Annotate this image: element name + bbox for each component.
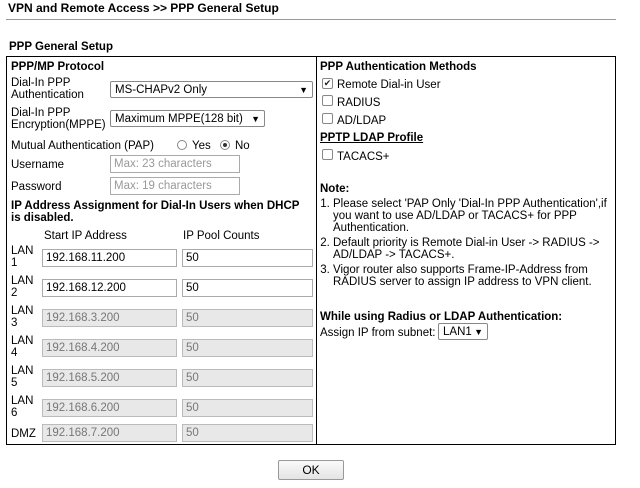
ip-assignment-heading-line2: is disabled.	[11, 212, 74, 224]
lan2-label: LAN 2	[11, 275, 33, 299]
lan4-pool-count-input	[182, 339, 313, 357]
lan1-label: LAN 1	[11, 245, 33, 269]
password-input[interactable]	[110, 177, 240, 195]
mutual-auth-yes-label: Yes	[192, 140, 211, 152]
note-item: Default priority is Remote Dial-in User …	[333, 237, 612, 261]
dmz-start-ip-input	[42, 424, 177, 442]
dmz-pool-count-input	[182, 424, 313, 442]
pptp-ldap-profile-link[interactable]: PPTP LDAP Profile	[320, 132, 423, 144]
tacacs-checkbox[interactable]	[322, 149, 333, 160]
lan2-label-line1: LAN	[11, 275, 34, 287]
ad-ldap-checkbox[interactable]	[322, 113, 333, 124]
dialin-enc-label-line1: Dial-In PPP	[11, 107, 71, 119]
ip-pool-column-header: IP Pool Counts	[183, 230, 260, 242]
dialin-auth-select[interactable]: MS-CHAPv2 Only ▼	[110, 81, 313, 98]
lan3-label-line2: 3	[11, 317, 18, 329]
dialin-auth-label-line1: Dial-In PPP	[11, 77, 71, 89]
mutual-auth-no-label: No	[235, 140, 250, 152]
dialin-enc-label-line2: Encryption(MPPE)	[11, 119, 106, 131]
lan1-label-line1: LAN	[11, 245, 34, 257]
dmz-label: DMZ	[11, 428, 36, 440]
lan1-label-line2: 1	[11, 257, 18, 269]
remote-dialin-label: Remote Dial-in User	[337, 79, 441, 91]
dropdown-arrow-icon: ▼	[299, 85, 308, 95]
lan1-pool-count-input[interactable]	[182, 249, 313, 267]
dialin-enc-select[interactable]: Maximum MPPE(128 bit) ▼	[110, 110, 265, 127]
dialin-enc-label: Dial-In PPP Encryption(MPPE)	[11, 107, 106, 131]
username-input[interactable]	[110, 155, 240, 173]
notes-list: Please select 'PAP Only 'Dial-In PPP Aut…	[320, 198, 612, 291]
username-label: Username	[11, 159, 65, 171]
lan3-pool-count-input	[182, 309, 313, 327]
mutual-auth-label: Mutual Authentication (PAP)	[11, 140, 154, 152]
lan6-start-ip-input	[42, 399, 177, 417]
note-item: Vigor router also supports Frame-IP-Addr…	[333, 264, 612, 288]
assign-ip-label: Assign IP from subnet:	[320, 327, 436, 339]
ip-assignment-heading: IP Address Assignment for Dial-In Users …	[11, 200, 299, 224]
column-divider	[316, 56, 317, 445]
radius-checkbox[interactable]	[322, 95, 333, 106]
note-heading: Note:	[320, 183, 350, 195]
dropdown-arrow-icon: ▼	[251, 114, 260, 124]
lan4-start-ip-input	[42, 339, 177, 357]
lan3-label: LAN 3	[11, 305, 33, 329]
page-title: VPN and Remote Access >> PPP General Set…	[8, 1, 279, 15]
dialin-auth-label-line2: Authentication	[11, 89, 84, 101]
password-label: Password	[11, 181, 62, 193]
lan5-label-line2: 5	[11, 377, 18, 389]
lan4-label-line2: 4	[11, 347, 18, 359]
dialin-auth-value: MS-CHAPv2 Only	[115, 84, 208, 96]
note-item: Please select 'PAP Only 'Dial-In PPP Aut…	[333, 198, 612, 234]
lan4-label: LAN 4	[11, 335, 33, 359]
ok-button[interactable]: OK	[278, 460, 344, 480]
section-title: PPP General Setup	[9, 41, 113, 53]
checkmark-icon: ✔	[323, 78, 332, 88]
auth-methods-heading: PPP Authentication Methods	[320, 61, 477, 73]
lan6-pool-count-input	[182, 399, 313, 417]
radius-label: RADIUS	[337, 97, 381, 109]
dialin-enc-value: Maximum MPPE(128 bit)	[115, 113, 243, 125]
radius-ldap-heading: While using Radius or LDAP Authenticatio…	[320, 311, 563, 323]
mutual-auth-no-radio[interactable]	[220, 140, 230, 150]
remote-dialin-checkbox[interactable]: ✔	[322, 78, 333, 89]
lan5-label-line1: LAN	[11, 365, 34, 377]
lan2-label-line2: 2	[11, 287, 18, 299]
assign-subnet-select[interactable]: LAN1 ▼	[438, 323, 488, 340]
lan1-start-ip-input[interactable]	[42, 249, 177, 267]
ppp-mp-protocol-heading: PPP/MP Protocol	[11, 61, 105, 73]
lan3-label-line1: LAN	[11, 305, 34, 317]
lan4-label-line1: LAN	[11, 335, 34, 347]
lan6-label-line1: LAN	[11, 395, 34, 407]
ad-ldap-label: AD/LDAP	[337, 115, 387, 127]
dropdown-arrow-icon: ▼	[474, 327, 483, 337]
lan5-pool-count-input	[182, 369, 313, 387]
lan2-start-ip-input[interactable]	[42, 279, 177, 297]
lan5-label: LAN 5	[11, 365, 33, 389]
title-divider	[6, 19, 616, 20]
mutual-auth-yes-radio[interactable]	[177, 140, 187, 150]
lan5-start-ip-input	[42, 369, 177, 387]
lan2-pool-count-input[interactable]	[182, 279, 313, 297]
tacacs-label: TACACS+	[337, 151, 390, 163]
lan6-label-line2: 6	[11, 407, 18, 419]
dialin-auth-label: Dial-In PPP Authentication	[11, 77, 84, 101]
ip-assignment-heading-line1: IP Address Assignment for Dial-In Users …	[11, 200, 300, 212]
start-ip-column-header: Start IP Address	[44, 230, 127, 242]
assign-subnet-value: LAN1	[443, 326, 472, 338]
lan3-start-ip-input	[42, 309, 177, 327]
lan6-label: LAN 6	[11, 395, 33, 419]
